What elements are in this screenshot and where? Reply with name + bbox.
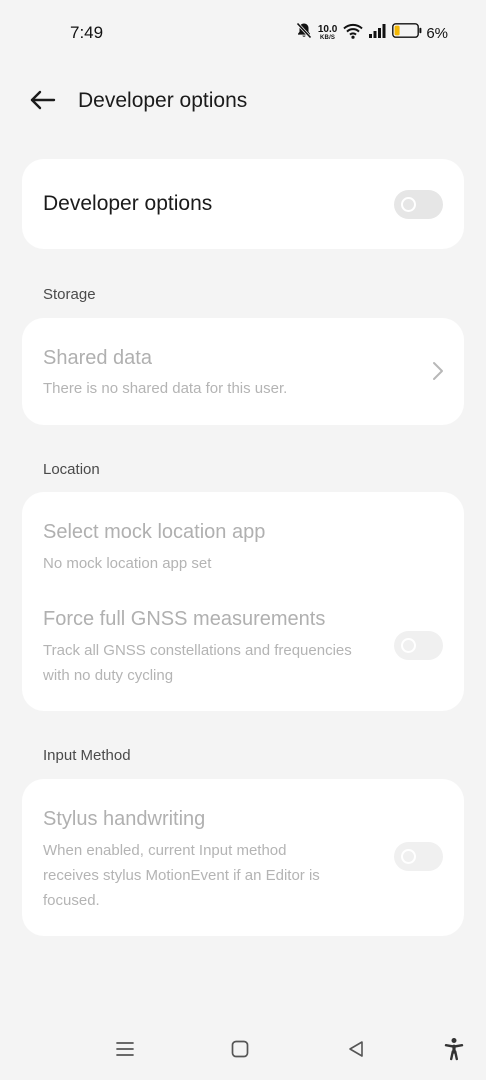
- accessibility-button[interactable]: [441, 1037, 467, 1066]
- chevron-right-icon: [432, 361, 444, 386]
- signal-icon: [369, 23, 386, 43]
- status-icons: 10.0 KB/S 6%: [296, 22, 448, 44]
- stylus-subtitle-line3: focused.: [43, 892, 100, 909]
- section-label-input-method: Input Method: [43, 747, 131, 764]
- back-triangle-icon: [346, 1039, 366, 1064]
- page-title: Developer options: [78, 89, 248, 112]
- accessibility-icon: [444, 1037, 464, 1066]
- home-button[interactable]: [227, 1038, 253, 1064]
- back-button[interactable]: [26, 86, 60, 118]
- gnss-switch[interactable]: [394, 631, 443, 660]
- home-icon: [230, 1039, 250, 1064]
- status-time: 7:49: [70, 23, 104, 42]
- bell-off-icon: [296, 22, 312, 44]
- switch-knob: [401, 849, 416, 864]
- shared-data-subtitle: There is no shared data for this user.: [43, 380, 288, 397]
- battery-icon: [392, 23, 422, 43]
- section-label-location: Location: [43, 461, 100, 478]
- gnss-subtitle-line1: Track all GNSS constellations and freque…: [43, 642, 352, 659]
- stylus-handwriting-item[interactable]: Stylus handwriting When enabled, current…: [22, 779, 464, 936]
- mock-location-title: Select mock location app: [43, 521, 266, 543]
- switch-knob: [401, 638, 416, 653]
- mock-location-item[interactable]: Select mock location app No mock locatio…: [22, 492, 464, 584]
- app-header: Developer options: [0, 80, 486, 124]
- developer-options-toggle-card[interactable]: Developer options: [22, 159, 464, 249]
- battery-percent: 6%: [426, 24, 448, 42]
- switch-knob: [401, 197, 416, 212]
- developer-options-switch[interactable]: [394, 190, 443, 219]
- recents-button[interactable]: [112, 1038, 138, 1064]
- mock-location-subtitle: No mock location app set: [43, 555, 212, 572]
- stylus-switch[interactable]: [394, 842, 443, 871]
- back-nav-button[interactable]: [343, 1038, 369, 1064]
- wifi-icon: [343, 23, 364, 44]
- stylus-subtitle-line2: receives stylus MotionEvent if an Editor…: [43, 867, 320, 884]
- menu-icon: [115, 1040, 135, 1063]
- status-bar: 7:49 10.0 KB/S 6%: [0, 0, 486, 64]
- stylus-subtitle-line1: When enabled, current Input method: [43, 842, 287, 859]
- gnss-item[interactable]: Force full GNSS measurements Track all G…: [22, 584, 464, 711]
- arrow-left-icon: [30, 90, 56, 115]
- shared-data-title: Shared data: [43, 347, 152, 369]
- shared-data-item[interactable]: Shared data There is no shared data for …: [22, 318, 464, 425]
- navigation-bar: [0, 1030, 486, 1070]
- battery: 6%: [392, 23, 448, 43]
- location-card: Select mock location app No mock locatio…: [22, 492, 464, 711]
- section-label-storage: Storage: [43, 286, 96, 303]
- developer-options-label: Developer options: [43, 192, 213, 215]
- stylus-title: Stylus handwriting: [43, 808, 206, 830]
- gnss-subtitle-line2: with no duty cycling: [43, 667, 174, 684]
- net-speed: 10.0 KB/S: [317, 24, 338, 42]
- gnss-title: Force full GNSS measurements: [43, 608, 326, 630]
